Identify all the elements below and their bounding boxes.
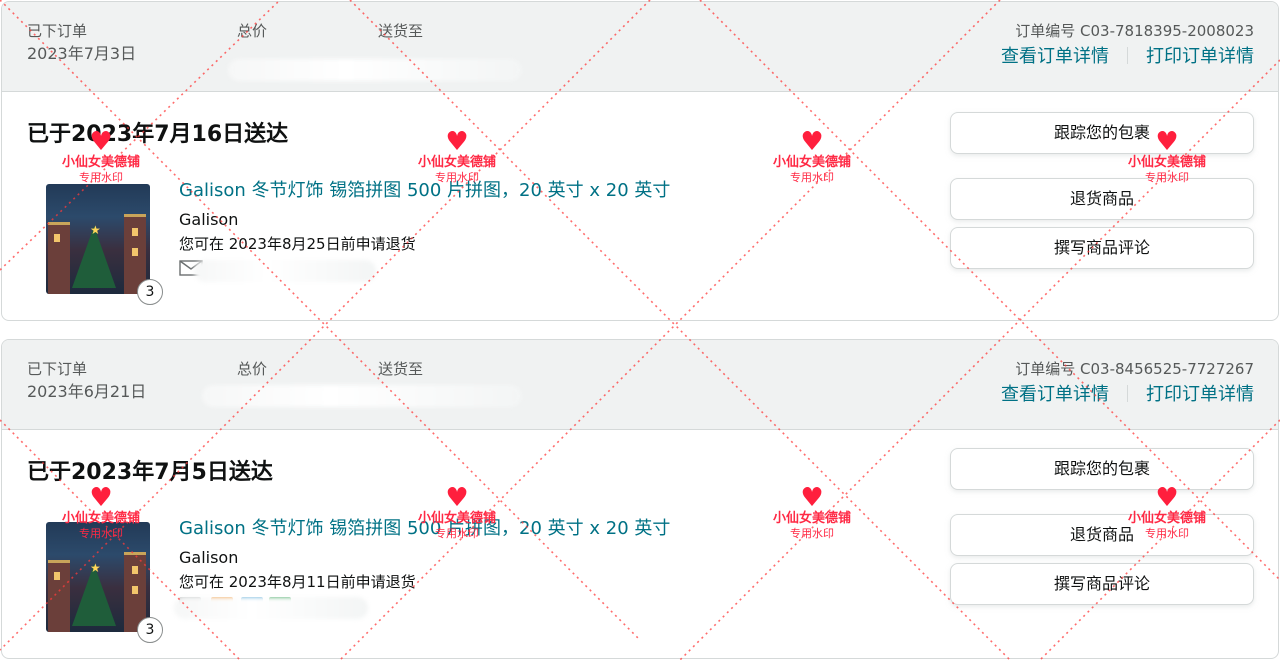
order-placed-label: 已下订单 xyxy=(27,22,88,40)
redacted-total-and-address xyxy=(228,59,522,81)
product-brand: Galison xyxy=(179,210,239,229)
view-order-details-link[interactable]: 查看订单详情 xyxy=(1001,46,1109,67)
order-body: 已于2023年7月16日送达 ★ 3 Galison 冬节灯饰 锡箔拼图 500… xyxy=(2,92,1278,320)
ship-to-label: 送货至 xyxy=(378,360,424,378)
order-header-right: 订单编号 C03-8456525-7727267 查看订单详情 打印订单详情 xyxy=(1001,359,1254,408)
quantity-badge: 3 xyxy=(137,279,163,305)
track-package-button[interactable]: 跟踪您的包裹 xyxy=(950,448,1254,490)
order-total-label: 总价 xyxy=(237,22,268,40)
write-review-button[interactable]: 撰写商品评论 xyxy=(950,227,1254,269)
view-order-details-link[interactable]: 查看订单详情 xyxy=(1001,384,1109,405)
write-review-button[interactable]: 撰写商品评论 xyxy=(950,563,1254,605)
track-package-button[interactable]: 跟踪您的包裹 xyxy=(950,112,1254,154)
product-title-link[interactable]: Galison 冬节灯饰 锡箔拼图 500 片拼图，20 英寸 x 20 英寸 xyxy=(179,517,670,541)
order-card: 已下订单 2023年7月3日 总价 送货至 订单编号 C03-7818395-2… xyxy=(1,1,1279,321)
product-image[interactable]: ★ xyxy=(46,522,150,632)
link-divider xyxy=(1127,47,1128,64)
order-placed-date: 2023年6月21日 xyxy=(27,382,147,401)
return-window-note: 您可在 2023年8月11日前申请退货 xyxy=(179,573,416,591)
ship-to-column: 送货至 xyxy=(378,21,423,41)
return-window-note: 您可在 2023年8月25日前申请退货 xyxy=(179,235,416,253)
order-number: 订单编号 C03-8456525-7727267 xyxy=(1015,360,1254,378)
order-header: 已下订单 2023年6月21日 总价 送货至 订单编号 C03-8456525-… xyxy=(2,340,1278,430)
ship-to-label: 送货至 xyxy=(378,22,424,40)
order-header: 已下订单 2023年7月3日 总价 送货至 订单编号 C03-7818395-2… xyxy=(2,2,1278,92)
ship-to-column: 送货至 xyxy=(378,359,423,379)
order-number: 订单编号 C03-7818395-2008023 xyxy=(1015,22,1254,40)
order-placed-date: 2023年7月3日 xyxy=(27,44,137,63)
quantity-badge: 3 xyxy=(137,617,163,643)
order-placed-column: 已下订单 2023年7月3日 xyxy=(27,21,136,67)
order-total-column: 总价 xyxy=(237,21,267,41)
order-history-page: 已下订单 2023年7月3日 总价 送货至 订单编号 C03-7818395-2… xyxy=(0,0,1280,660)
order-total-column: 总价 xyxy=(237,359,267,379)
order-links: 查看订单详情 打印订单详情 xyxy=(1001,382,1254,408)
delivery-status: 已于2023年7月16日送达 xyxy=(27,122,289,147)
redacted-total-and-address xyxy=(202,385,522,407)
return-items-button[interactable]: 退货商品 xyxy=(950,178,1254,220)
print-order-details-link[interactable]: 打印订单详情 xyxy=(1146,46,1254,67)
link-divider xyxy=(1127,385,1128,402)
order-body: 已于2023年7月5日送达 ★ 3 Galison 冬节灯饰 锡箔拼图 500 … xyxy=(2,430,1278,658)
order-placed-column: 已下订单 2023年6月21日 xyxy=(27,359,146,405)
product-image[interactable]: ★ xyxy=(46,184,150,294)
redacted-gift-message xyxy=(174,597,368,619)
delivery-status: 已于2023年7月5日送达 xyxy=(27,460,273,485)
product-brand: Galison xyxy=(179,548,239,567)
redacted-gift-message xyxy=(194,260,376,282)
order-links: 查看订单详情 打印订单详情 xyxy=(1001,44,1254,70)
print-order-details-link[interactable]: 打印订单详情 xyxy=(1146,384,1254,405)
order-card: 已下订单 2023年6月21日 总价 送货至 订单编号 C03-8456525-… xyxy=(1,339,1279,659)
order-header-right: 订单编号 C03-7818395-2008023 查看订单详情 打印订单详情 xyxy=(1001,21,1254,70)
order-total-label: 总价 xyxy=(237,360,268,378)
return-items-button[interactable]: 退货商品 xyxy=(950,514,1254,556)
order-placed-label: 已下订单 xyxy=(27,360,88,378)
product-title-link[interactable]: Galison 冬节灯饰 锡箔拼图 500 片拼图，20 英寸 x 20 英寸 xyxy=(179,179,670,203)
